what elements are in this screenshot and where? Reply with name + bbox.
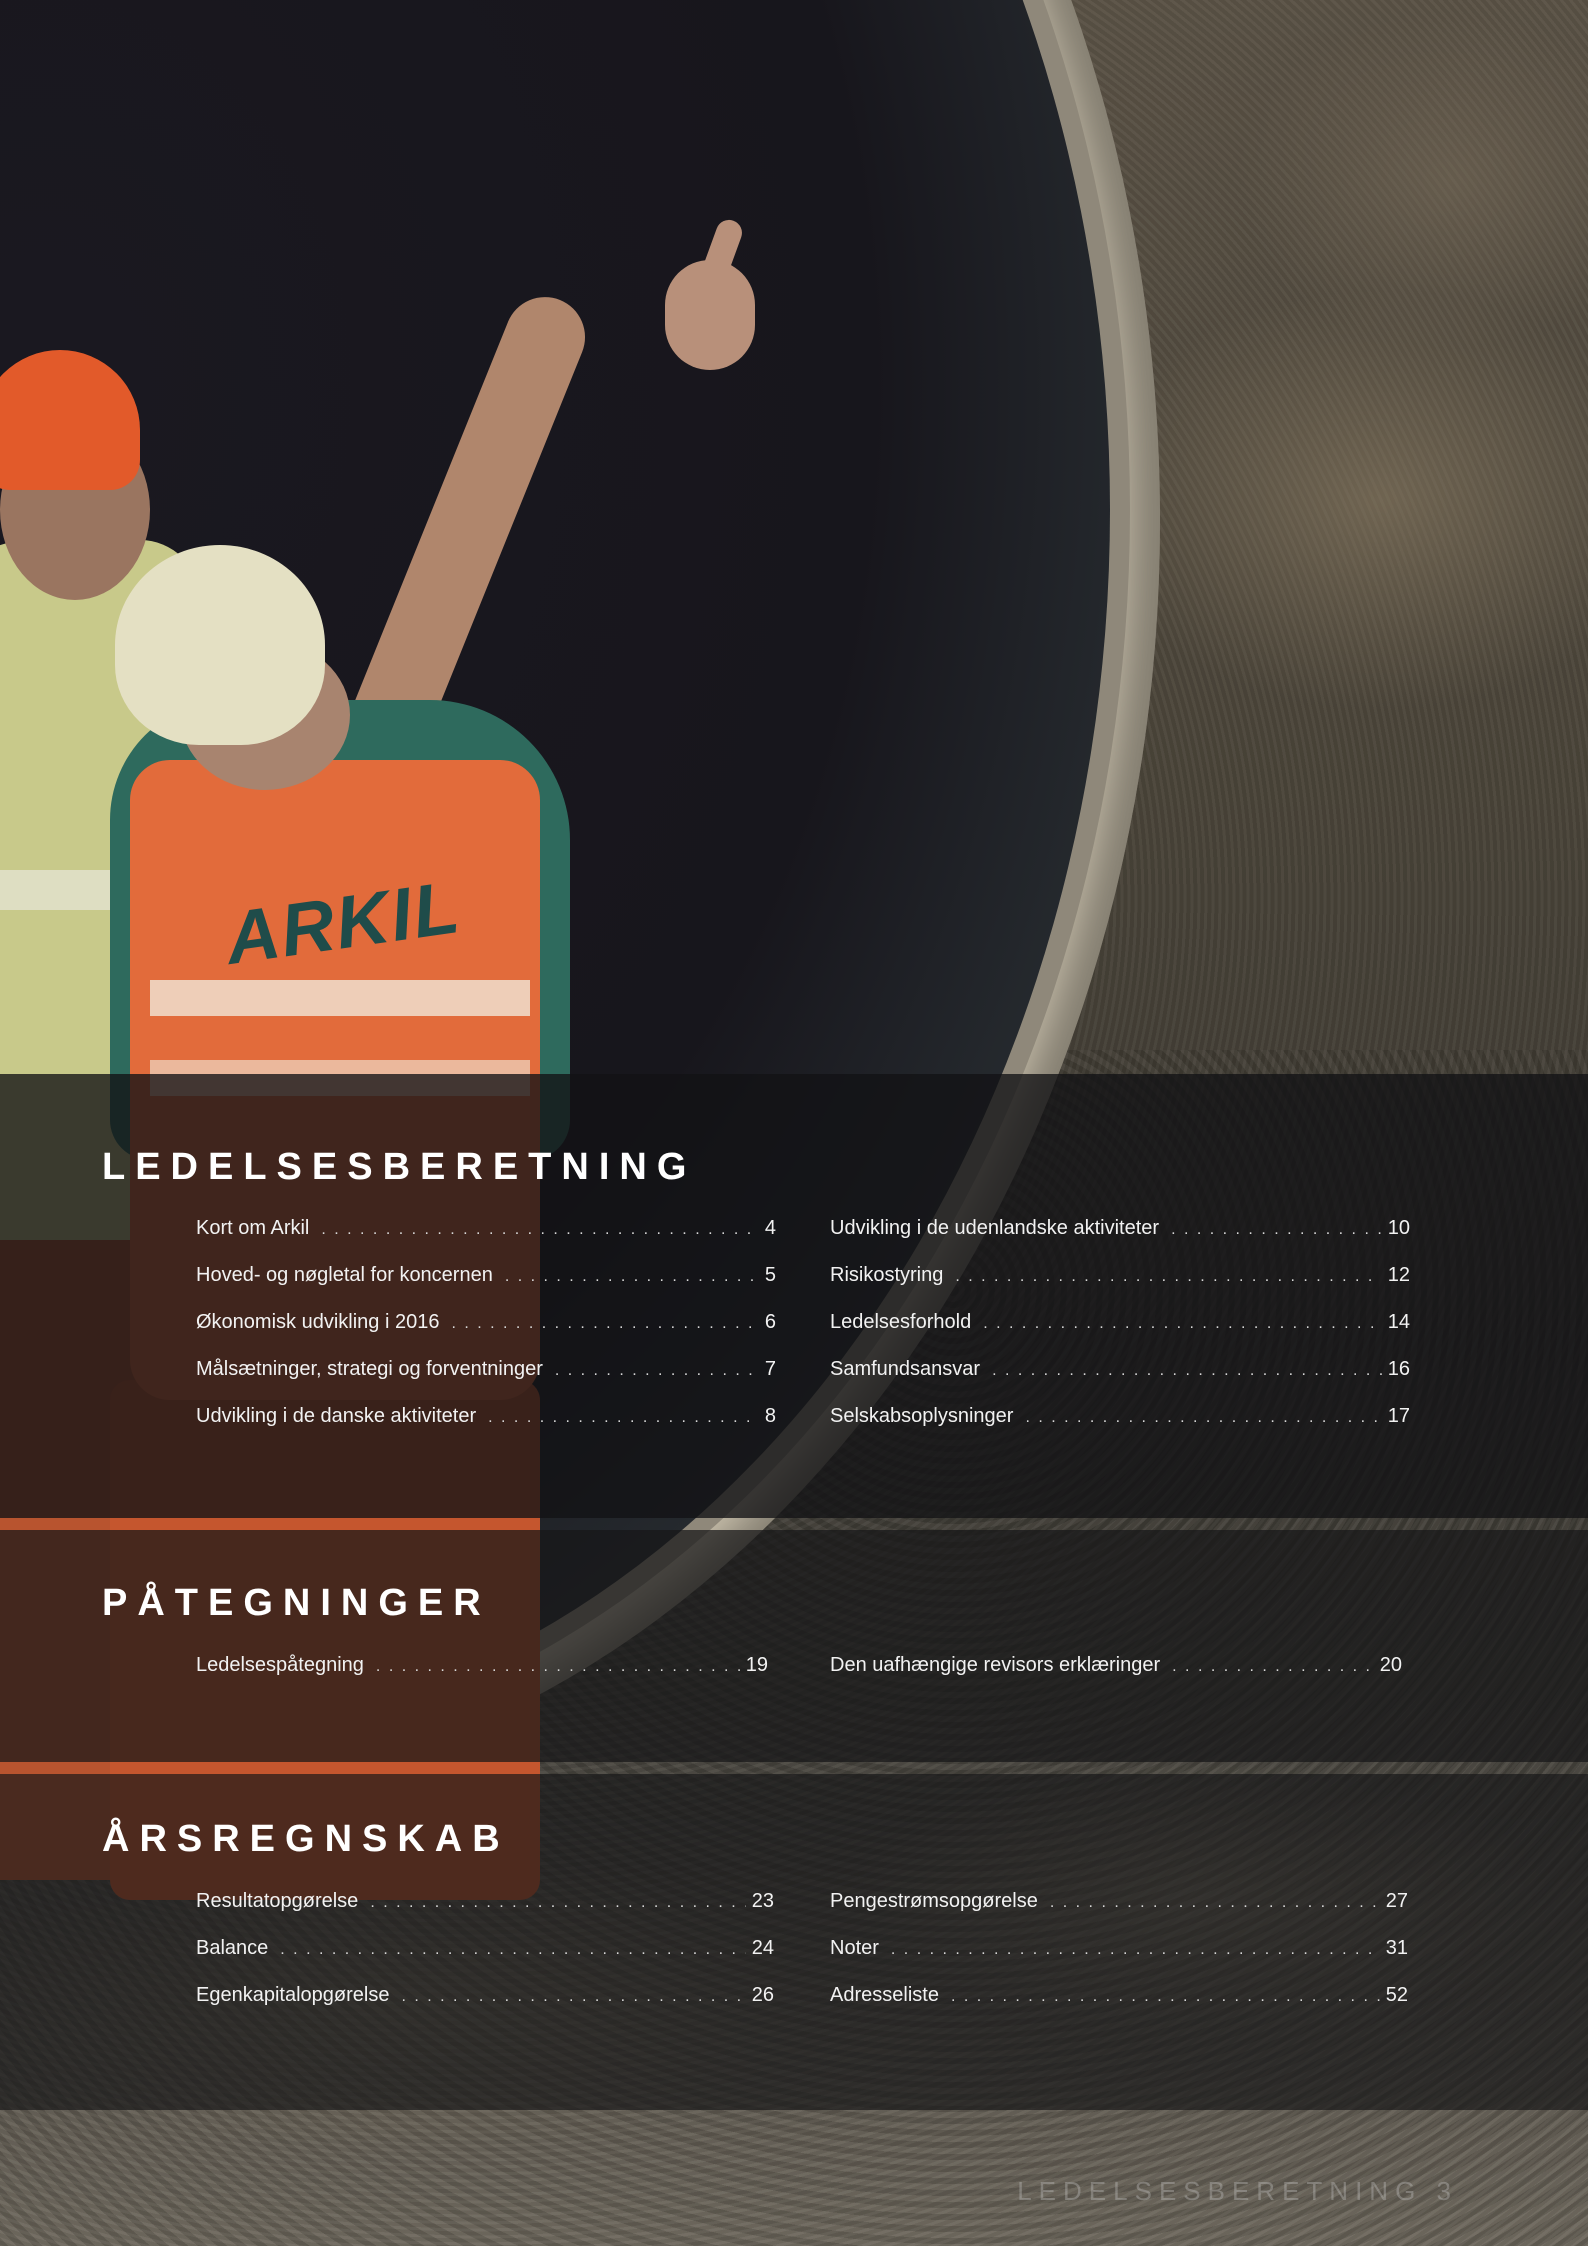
toc-entry[interactable]: Udvikling i de udenlandske aktiviteter 10 — [830, 1217, 1410, 1247]
dot-leader — [1025, 1409, 1381, 1427]
dot-leader — [891, 1941, 1380, 1959]
dot-leader — [983, 1315, 1382, 1333]
toc-entry[interactable]: Ledelsespåtegning 19 — [196, 1654, 768, 1684]
dot-leader — [370, 1894, 745, 1912]
toc-entry-label: Kort om Arkil — [196, 1217, 310, 1239]
toc-entry-label: Selskabsoplysninger — [830, 1405, 1014, 1427]
toc-entry-page: 7 — [764, 1358, 776, 1380]
toc-entry-page: 31 — [1385, 1937, 1408, 1959]
toc-entry-page: 12 — [1387, 1264, 1410, 1286]
toc-entry-page: 10 — [1387, 1217, 1410, 1239]
toc-entry-page: 5 — [764, 1264, 776, 1286]
toc-entry[interactable]: Hoved- og nøgletal for koncernen 5 — [196, 1264, 776, 1294]
toc-entry-page: 8 — [764, 1405, 776, 1427]
toc-entry[interactable]: Pengestrømsopgørelse 27 — [830, 1890, 1408, 1920]
toc-entry[interactable]: Risikostyring 12 — [830, 1264, 1410, 1294]
toc-entry[interactable]: Balance 24 — [196, 1937, 774, 1967]
worker-right-hardhat — [115, 545, 325, 745]
toc-entry-label: Noter — [830, 1937, 879, 1959]
dot-leader — [488, 1409, 759, 1427]
toc-entry-page: 24 — [751, 1937, 774, 1959]
toc-entry-label: Resultatopgørelse — [196, 1890, 359, 1912]
dot-leader — [951, 1988, 1380, 2006]
dot-leader — [1172, 1658, 1374, 1676]
toc-entry-label: Pengestrømsopgørelse — [830, 1890, 1038, 1912]
toc-entry[interactable]: Udvikling i de danske aktiviteter 8 — [196, 1405, 776, 1435]
toc-entry-page: 4 — [764, 1217, 776, 1239]
page-footer: LEDELSESBERETNING 3 — [1017, 2176, 1458, 2206]
section-title-ledelsesberetning: LEDELSESBERETNING — [102, 1146, 697, 1188]
vest-reflective-stripe — [150, 980, 530, 1016]
toc-entry[interactable]: Selskabsoplysninger 17 — [830, 1405, 1410, 1435]
toc-entry[interactable]: Ledelsesforhold 14 — [830, 1311, 1410, 1341]
toc-entry-page: 27 — [1385, 1890, 1408, 1912]
toc-entry-label: Ledelsespåtegning — [196, 1654, 364, 1676]
dot-leader — [376, 1658, 740, 1676]
toc-entry[interactable]: Adresseliste 52 — [830, 1984, 1408, 2014]
toc-entry-page: 6 — [764, 1311, 776, 1333]
toc-entry[interactable]: Kort om Arkil 4 — [196, 1217, 776, 1247]
dot-leader — [1050, 1894, 1380, 1912]
toc-entry-page: 52 — [1385, 1984, 1408, 2006]
dot-leader — [321, 1221, 759, 1239]
toc-entry-page: 19 — [745, 1654, 768, 1676]
dot-leader — [505, 1268, 759, 1286]
toc-entry-label: Adresseliste — [830, 1984, 939, 2006]
toc-entry-page: 20 — [1379, 1654, 1402, 1676]
section-title-aarsregnskab: ÅRSREGNSKAB — [102, 1818, 510, 1860]
toc-entry[interactable]: Samfundsansvar 16 — [830, 1358, 1410, 1388]
toc-band-paategninger — [0, 1530, 1588, 1762]
toc-entry-label: Økonomisk udvikling i 2016 — [196, 1311, 440, 1333]
toc-entry-page: 14 — [1387, 1311, 1410, 1333]
toc-entry-label: Egenkapitalopgørelse — [196, 1984, 390, 2006]
dot-leader — [955, 1268, 1381, 1286]
toc-entry-label: Risikostyring — [830, 1264, 944, 1286]
dot-leader — [280, 1941, 745, 1959]
dot-leader — [992, 1362, 1382, 1380]
toc-entry-label: Ledelsesforhold — [830, 1311, 972, 1333]
toc-entry-page: 26 — [751, 1984, 774, 2006]
section-title-paategninger: PÅTEGNINGER — [102, 1582, 491, 1624]
dot-leader — [555, 1362, 759, 1380]
dot-leader — [1171, 1221, 1382, 1239]
toc-entry-page: 17 — [1387, 1405, 1410, 1427]
toc-entry-label: Hoved- og nøgletal for koncernen — [196, 1264, 493, 1286]
toc-entry[interactable]: Noter 31 — [830, 1937, 1408, 1967]
toc-entry-label: Balance — [196, 1937, 269, 1959]
toc-band-ledelsesberetning — [0, 1074, 1588, 1518]
toc-entry-label: Samfundsansvar — [830, 1358, 981, 1380]
toc-entry-label: Udvikling i de danske aktiviteter — [196, 1405, 477, 1427]
toc-entry-page: 23 — [751, 1890, 774, 1912]
toc-entry-label: Udvikling i de udenlandske aktiviteter — [830, 1217, 1160, 1239]
toc-entry[interactable]: Den uafhængige revisors erklæringer 20 — [830, 1654, 1402, 1684]
toc-entry-label: Den uafhængige revisors erklæringer — [830, 1654, 1161, 1676]
dot-leader — [401, 1988, 745, 2006]
toc-entry[interactable]: Målsætninger, strategi og forventninger 7 — [196, 1358, 776, 1388]
toc-entry-label: Målsætninger, strategi og forventninger — [196, 1358, 543, 1380]
dot-leader — [451, 1315, 758, 1333]
toc-entry-page: 16 — [1387, 1358, 1410, 1380]
toc-entry[interactable]: Resultatopgørelse 23 — [196, 1890, 774, 1920]
toc-entry[interactable]: Egenkapitalopgørelse 26 — [196, 1984, 774, 2014]
toc-entry[interactable]: Økonomisk udvikling i 2016 6 — [196, 1311, 776, 1341]
